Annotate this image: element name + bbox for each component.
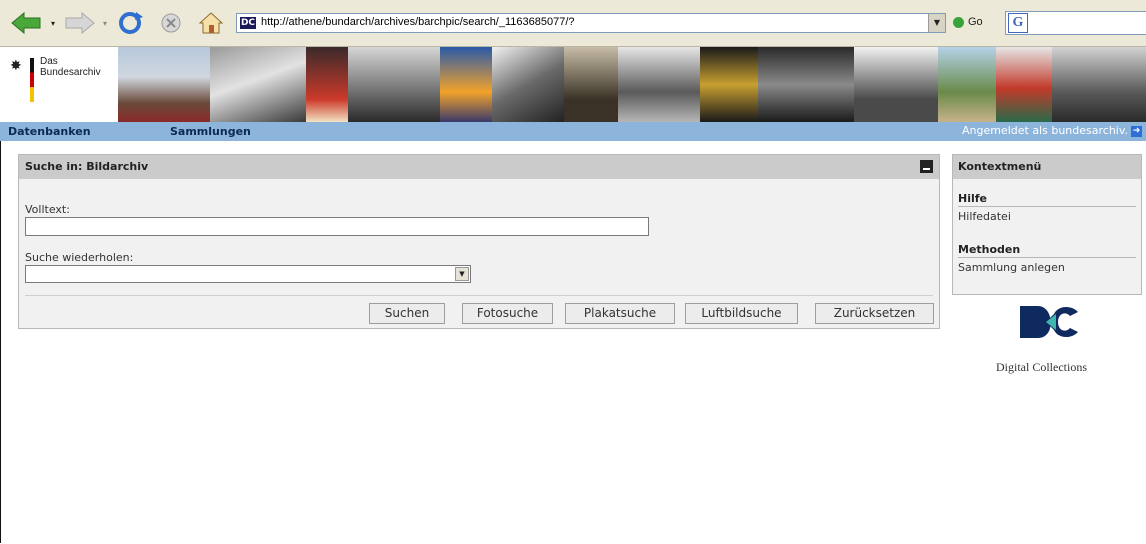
go-button[interactable]: Go bbox=[953, 16, 983, 28]
collage-photo bbox=[306, 47, 348, 122]
collage-photo bbox=[1052, 47, 1146, 122]
go-label: Go bbox=[968, 16, 983, 28]
collage-photo bbox=[210, 47, 306, 122]
bundesarchiv-logo[interactable]: ✸ Das Bundesarchiv bbox=[6, 56, 118, 116]
context-menu: Kontextmenü Hilfe Hilfedatei Methoden Sa… bbox=[952, 154, 1142, 295]
collage-photo bbox=[758, 47, 854, 122]
logo-line2: Bundesarchiv bbox=[40, 67, 101, 78]
eagle-icon: ✸ bbox=[10, 58, 22, 74]
chevron-down-icon[interactable]: ▼ bbox=[455, 267, 469, 281]
logout-icon[interactable]: ➜ bbox=[1131, 126, 1142, 137]
login-status: Angemeldet als bundesarchiv. bbox=[961, 124, 1128, 137]
aerial-search-button[interactable]: Luftbildsuche bbox=[685, 303, 798, 324]
header-banner: ✸ Das Bundesarchiv bbox=[0, 47, 1146, 122]
repeat-search-select[interactable]: ▼ bbox=[25, 265, 471, 283]
stop-button[interactable] bbox=[158, 10, 184, 36]
collage-photo bbox=[118, 47, 210, 122]
search-panel-header: Suche in: Bildarchiv bbox=[19, 155, 939, 179]
methods-heading: Methoden bbox=[958, 243, 1136, 258]
site-favicon-icon: DC bbox=[240, 17, 256, 29]
search-panel: Suche in: Bildarchiv Volltext: Suche wie… bbox=[18, 154, 940, 329]
collage-photo bbox=[564, 47, 618, 122]
photo-search-button[interactable]: Fotosuche bbox=[462, 303, 553, 324]
search-panel-title: Suche in: Bildarchiv bbox=[25, 160, 149, 173]
forward-history-dropdown[interactable]: ▾ bbox=[100, 10, 110, 36]
digital-collections-label: Digital Collections bbox=[996, 360, 1087, 374]
home-icon bbox=[198, 12, 224, 34]
search-button[interactable]: Suchen bbox=[369, 303, 445, 324]
refresh-button[interactable] bbox=[114, 10, 146, 36]
forward-arrow-icon bbox=[65, 12, 95, 34]
digital-collections-logo-icon bbox=[1020, 306, 1078, 338]
context-menu-title: Kontextmenü bbox=[958, 160, 1042, 173]
minimize-icon[interactable] bbox=[920, 160, 933, 173]
collage-photo bbox=[938, 47, 996, 122]
collage-photo bbox=[348, 47, 440, 122]
main-menu-bar: Datenbanken Sammlungen Angemeldet als bu… bbox=[0, 122, 1146, 141]
poster-search-button[interactable]: Plakatsuche bbox=[565, 303, 675, 324]
address-dropdown-button[interactable]: ▼ bbox=[928, 14, 945, 32]
collage-photo bbox=[492, 47, 564, 122]
google-search-box[interactable]: G bbox=[1005, 11, 1146, 35]
divider bbox=[25, 295, 933, 296]
home-button[interactable] bbox=[196, 10, 226, 36]
fulltext-label: Volltext: bbox=[25, 203, 70, 216]
flag-stripe bbox=[30, 58, 34, 102]
address-bar[interactable]: DC http://athene/bundarch/archives/barch… bbox=[236, 13, 946, 33]
go-arrow-icon bbox=[953, 16, 964, 28]
logo-text: Das Bundesarchiv bbox=[40, 56, 101, 78]
collage-photo bbox=[996, 47, 1052, 122]
fulltext-input[interactable] bbox=[25, 217, 649, 236]
menu-sammlungen[interactable]: Sammlungen bbox=[170, 125, 251, 138]
forward-button[interactable] bbox=[62, 10, 98, 36]
logo-line1: Das bbox=[40, 56, 58, 67]
google-icon: G bbox=[1008, 13, 1028, 33]
photo-collage bbox=[118, 47, 1146, 122]
stop-icon bbox=[161, 13, 181, 33]
reset-button[interactable]: Zurücksetzen bbox=[815, 303, 934, 324]
help-heading: Hilfe bbox=[958, 192, 1136, 207]
menu-datenbanken[interactable]: Datenbanken bbox=[8, 125, 91, 138]
collage-photo bbox=[440, 47, 492, 122]
back-arrow-icon bbox=[11, 12, 41, 34]
context-menu-header: Kontextmenü bbox=[953, 155, 1141, 179]
back-button[interactable] bbox=[8, 10, 46, 36]
create-collection-link[interactable]: Sammlung anlegen bbox=[958, 261, 1065, 274]
address-url[interactable]: http://athene/bundarch/archives/barchpic… bbox=[261, 16, 575, 28]
repeat-search-label: Suche wiederholen: bbox=[25, 251, 134, 264]
back-history-dropdown[interactable]: ▾ bbox=[48, 10, 58, 36]
collage-photo bbox=[618, 47, 700, 122]
collage-photo bbox=[854, 47, 938, 122]
collage-photo bbox=[700, 47, 758, 122]
browser-toolbar: ▾ ▾ DC http://athene/bundarch/archives/b… bbox=[0, 0, 1146, 47]
help-file-link[interactable]: Hilfedatei bbox=[958, 210, 1011, 223]
refresh-icon bbox=[119, 12, 143, 34]
